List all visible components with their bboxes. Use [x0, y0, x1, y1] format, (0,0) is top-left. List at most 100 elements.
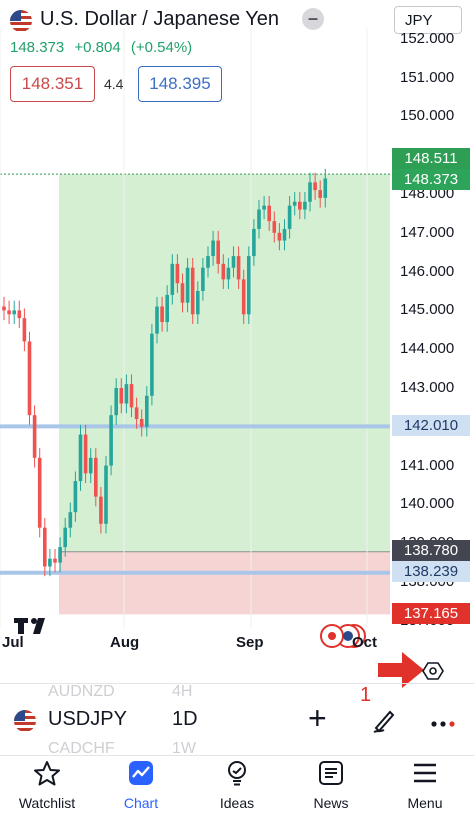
price-label: 145.000: [400, 301, 455, 319]
x-label-aug: Aug: [110, 634, 140, 651]
annotation-number: 1: [360, 684, 372, 706]
chart-icon: [129, 761, 153, 785]
drawing-pen-icon[interactable]: [370, 706, 398, 739]
candle-body: [129, 384, 134, 408]
candle-body: [257, 209, 261, 229]
candle-body: [262, 205, 266, 210]
candle-body: [58, 547, 62, 563]
candle-body: [94, 457, 98, 497]
faded-timeframe-above: 4H: [172, 683, 193, 700]
candle-body: [231, 256, 236, 268]
candle-body: [17, 310, 22, 319]
candle-body: [43, 527, 47, 567]
candle-body: [190, 267, 195, 315]
candle-body: [119, 388, 124, 404]
candle-body: [73, 481, 78, 513]
price-label: 141.000: [400, 456, 455, 474]
price-label: 140.000: [400, 495, 455, 513]
candle-body: [88, 457, 93, 474]
candle-body: [287, 205, 292, 229]
x-label-jul: Jul: [2, 634, 24, 651]
candle-body: [155, 306, 159, 334]
candle-body: [160, 306, 164, 323]
level-tag-1: 142.010: [392, 415, 470, 436]
high-price-tag: 148.511: [392, 148, 470, 169]
candle-body: [124, 384, 129, 404]
candle-body: [145, 395, 149, 427]
candle-body: [196, 291, 200, 315]
candle-body: [308, 182, 312, 202]
add-button[interactable]: +: [308, 700, 327, 737]
candle-body: [63, 527, 67, 548]
nav-watchlist[interactable]: Watchlist: [2, 760, 92, 811]
candle-body: [292, 201, 297, 206]
symbol-selector[interactable]: USDJPY: [48, 708, 127, 731]
nav-label: Watchlist: [18, 795, 76, 811]
candle-body: [267, 205, 271, 222]
candle-body: [282, 228, 287, 241]
candle-body: [221, 263, 226, 280]
candle-body: [318, 190, 322, 198]
candle-body: [303, 201, 307, 210]
candle-body: [32, 415, 37, 458]
nav-label: Menu: [407, 795, 443, 811]
stop-price-tag: 137.165: [392, 603, 470, 624]
profit-zone: [59, 174, 390, 552]
candle-body: [236, 256, 241, 280]
candle-body: [12, 310, 16, 315]
candle-body: [185, 267, 190, 303]
candle-body: [211, 240, 215, 257]
candle-body: [170, 263, 175, 295]
remove-from-watchlist-button[interactable]: –: [302, 8, 324, 30]
news-icon: [319, 761, 343, 785]
price-label: 143.000: [400, 379, 455, 396]
candle-body: [216, 240, 220, 264]
nav-chart[interactable]: Chart: [96, 760, 186, 811]
price-label: 146.000: [400, 262, 455, 280]
annotation-arrow-icon: [378, 650, 424, 697]
candle-body: [68, 512, 73, 528]
candle-body: [114, 388, 118, 416]
price-label: 144.000: [400, 340, 455, 358]
candle-body: [134, 407, 139, 420]
candle-body: [104, 465, 108, 524]
nav-news[interactable]: News: [286, 760, 376, 811]
candle-body: [277, 232, 282, 241]
nav-menu[interactable]: Menu: [380, 760, 470, 811]
candle-body: [37, 457, 42, 528]
candle-body: [78, 434, 83, 482]
price-label: 152.000: [400, 29, 455, 47]
faded-symbol-above: AUDNZD: [48, 683, 115, 700]
level-tag-2: 138.239: [392, 561, 470, 582]
candle-body: [175, 263, 180, 284]
more-options-icon[interactable]: [430, 714, 456, 739]
candle-body: [7, 310, 11, 315]
candle-body: [298, 201, 302, 210]
candle-body: [180, 283, 185, 303]
candle-body: [247, 256, 251, 315]
candle-body: [2, 306, 6, 311]
nav-label: Chart: [123, 795, 159, 811]
candle-body: [206, 256, 210, 268]
candle-body: [48, 558, 52, 567]
ideas-icon: [228, 761, 246, 786]
candle-body: [252, 228, 256, 257]
candle-body: [53, 558, 57, 563]
price-label: 151.000: [400, 68, 455, 86]
candle-body: [83, 434, 88, 474]
nav-label: News: [313, 795, 349, 811]
entry-price-tag: 138.780: [392, 540, 470, 561]
candle-body: [99, 496, 103, 524]
candle-body: [201, 267, 205, 291]
app-root: U.S. Dollar / Japanese Yen – JPY 148.373…: [0, 0, 474, 815]
price-label: 150.000: [400, 107, 455, 125]
nav-ideas[interactable]: Ideas: [192, 760, 282, 811]
nav-label: Ideas: [219, 795, 255, 811]
candle-body: [139, 419, 144, 427]
price-label: 147.000: [400, 223, 455, 241]
candle-body: [313, 182, 317, 191]
candle-body: [109, 415, 113, 466]
star-icon: [34, 761, 60, 786]
tradingview-logo: [14, 614, 54, 636]
timeframe-selector[interactable]: 1D: [172, 708, 198, 731]
